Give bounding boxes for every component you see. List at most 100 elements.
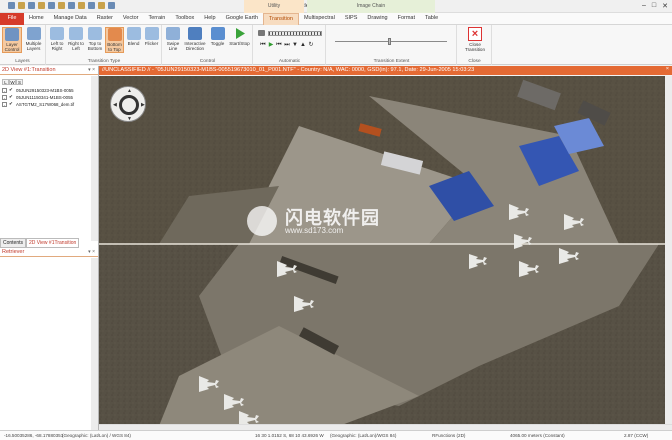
checkmark-icon[interactable]: ✔ [9,101,16,107]
tab-format[interactable]: Format [393,13,420,25]
pan-right-icon[interactable]: ▶ [141,102,145,108]
retriever-scrollbar[interactable] [91,258,98,430]
contents-panel-header: 2D View #1:Transition ▾ × [0,66,98,75]
tab-transition[interactable]: Transition [263,13,299,25]
swipe-line-label: Swipe Line [166,41,180,51]
close-icon: × [468,27,482,41]
tab-file[interactable]: File [0,13,24,25]
group-close: × Close Transition Close [458,25,492,65]
viewer-vertical-scrollbar[interactable] [665,76,672,424]
tab-2d-view-transition[interactable]: 2D View #1Transition [26,238,80,248]
layer-row[interactable]: - ✔ 05JUN11150341-M1BS-0055 [2,94,91,100]
layer-toggle[interactable]: - [2,87,7,93]
navigation-compass[interactable]: ▲ ▼ ◀ ▶ [110,86,146,122]
skip-start-icon[interactable]: ⏮ [260,42,266,48]
extent-slider-thumb[interactable] [388,38,391,45]
group-label-automatic: Automatic [278,59,301,64]
step-back-icon[interactable]: ⏮ [276,42,282,48]
layer-control-button[interactable]: Layer Control [2,27,22,53]
context-tab-image-chain: Image Chain [307,0,435,13]
group-automatic: ⏮ ▶ ⏮ ⏭ ▼ ▲ ↻ Automatic [254,25,326,65]
arrow-up-icon[interactable]: ▲ [300,42,306,48]
tab-manage-data[interactable]: Manage Data [49,13,92,25]
checkmark-icon[interactable]: ✔ [9,94,16,100]
speed-slider[interactable] [268,31,322,36]
toggle-button[interactable]: Toggle [208,27,227,46]
tab-raster[interactable]: Raster [92,13,118,25]
pan-left-icon[interactable]: ◀ [113,102,117,108]
tab-help[interactable]: Help [199,13,220,25]
play-icon [235,28,245,39]
tab-sips[interactable]: SIPS [340,13,363,25]
tab-table[interactable]: Table [420,13,443,25]
pan-ring-icon[interactable] [119,95,139,115]
column-w: W [9,79,16,85]
column-s: S [16,79,23,85]
tab-toolbox[interactable]: Toolbox [170,13,199,25]
toggle-label: Toggle [210,41,225,46]
group-control: Swipe Line Interactive Direction Toggle … [163,25,253,65]
toggle-icon [210,27,225,40]
tab-contents[interactable]: Contents [0,238,27,248]
map-viewer[interactable]: ▲ ▼ ◀ ▶ 闪电软件园 www.sd173.com [99,76,672,426]
viewer-close-button[interactable]: × [666,66,669,72]
checkmark-icon[interactable]: ✔ [9,87,16,93]
play-forward-icon[interactable]: ▶ [268,42,274,48]
extent-slider-track[interactable] [335,41,447,42]
multiple-layers-button[interactable]: Multiple Layers [23,27,44,51]
swipe-line-button[interactable]: Swipe Line [164,27,182,51]
title-bar: Untitled:1 - ERDAS IMAGINE 2022 Utility … [0,0,672,13]
watermark-url: www.sd173.com [285,226,344,235]
top-to-bottom-button[interactable]: Top to Bottom [86,27,104,51]
group-label-transition-type: Transition Type [87,59,121,64]
tab-google-earth[interactable]: Google Earth [221,13,263,25]
tab-home[interactable]: Home [24,13,49,25]
start-stop-button[interactable]: Start/Stop [228,27,251,46]
pan-down-icon[interactable]: ▼ [127,116,132,122]
status-scale: 4065.00 meters (Constant) [510,433,565,438]
group-label-close: Close [468,59,481,64]
layer-control-label: Layer Control [4,42,20,52]
tab-vector[interactable]: Vector [118,13,144,25]
blend-button[interactable]: Blend [125,27,142,46]
tab-multispectral[interactable]: Multispectral [299,13,340,25]
panel-pin-button[interactable]: ▾ × [88,67,95,73]
tab-drawing[interactable]: Drawing [362,13,392,25]
multiple-layers-label: Multiple Layers [25,41,42,51]
layer-row[interactable]: - ✔ ASTGTM2_S17W068_dem.tif [2,101,91,107]
retriever-panel-header: Retriever ▾ × [0,248,98,257]
speed-icon [258,30,265,36]
ribbon: Layer Control Multiple Layers Layers Lef… [0,25,672,65]
bottom-to-top-button[interactable]: Bottom to Top [105,27,124,53]
pan-up-icon[interactable]: ▲ [127,88,132,94]
group-label-control: Control [199,59,216,64]
retriever-title: Retriever [2,249,25,255]
close-window-button[interactable]: ✕ [662,2,668,10]
interactive-direction-button[interactable]: Interactive Direction [183,27,207,51]
minimize-button[interactable]: – [642,2,646,10]
layer-toggle[interactable]: - [2,101,7,107]
arrow-down-icon[interactable]: ▼ [292,42,298,48]
layer-toggle[interactable]: - [2,94,7,100]
retriever-pin-button[interactable]: ▾ × [88,249,95,255]
multiple-layers-icon [26,27,41,40]
status-functions: RFunctions (2D) [432,433,466,438]
right-to-left-button[interactable]: Right to Left [67,27,85,51]
tab-terrain[interactable]: Terrain [144,13,171,25]
ribbon-tabs: File Home Manage Data Raster Vector Terr… [0,13,672,25]
layer-row[interactable]: - ✔ 05JUN29150323-M1BS-0055 [2,87,91,93]
left-to-right-button[interactable]: Left to Right [48,27,66,51]
contents-scrollbar[interactable] [91,76,98,241]
top-to-bottom-icon [88,27,102,40]
layer-control-icon [5,28,19,41]
start-stop-label: Start/Stop [229,41,250,46]
maximize-button[interactable]: □ [652,2,656,10]
blend-icon [126,27,141,40]
step-forward-icon[interactable]: ⏭ [284,42,290,48]
layer-name: ASTGTM2_S17W068_dem.tif [16,101,75,107]
group-label-layers: Layers [15,59,30,64]
close-transition-button[interactable]: × Close Transition [461,27,489,52]
loop-icon[interactable]: ↻ [308,42,314,48]
viewer-header: //UNCLASSIFIED // - "05JUN29150323-M1BS-… [99,66,672,75]
flicker-button[interactable]: Flicker [143,27,160,46]
